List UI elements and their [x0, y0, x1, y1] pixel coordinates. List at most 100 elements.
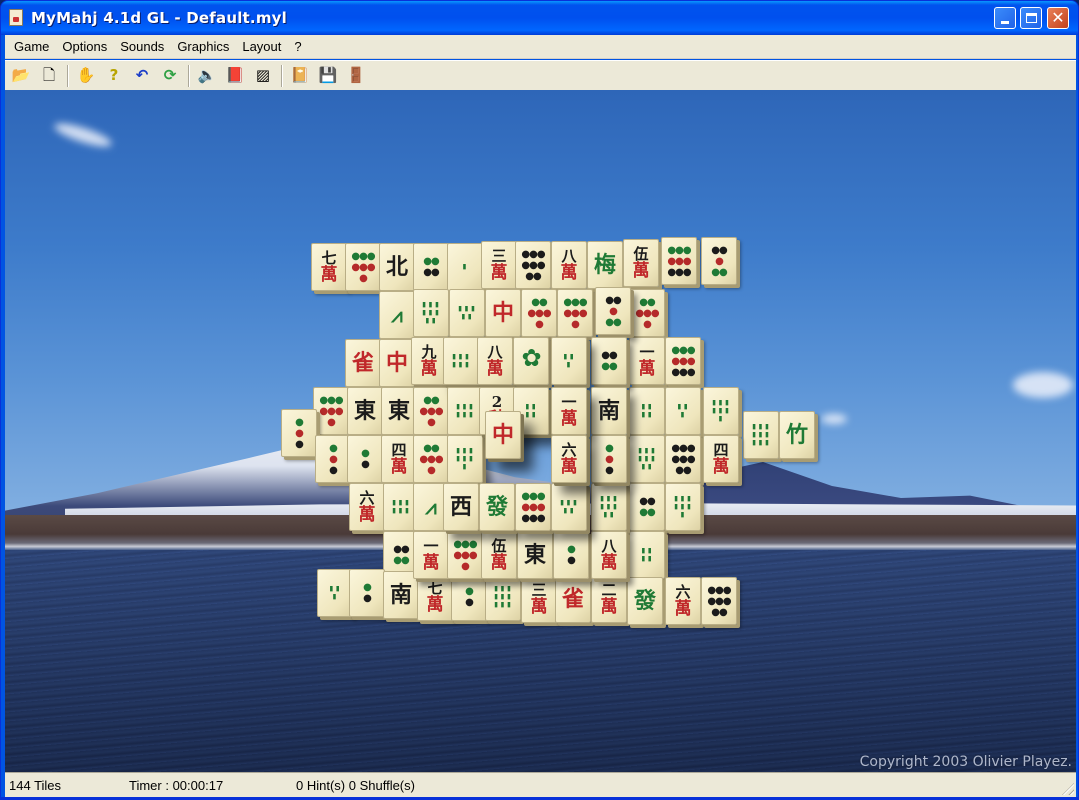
mahjong-tile[interactable]: ●● ●●● ● [413, 387, 449, 435]
mahjong-tile[interactable]: ▮▮ ▮ [551, 337, 587, 385]
mahjong-tile[interactable]: 東 [347, 387, 383, 435]
mahjong-app-icon[interactable] [9, 9, 23, 26]
mahjong-tile[interactable]: 七萬 [417, 573, 453, 621]
mahjong-tile[interactable]: ▮▮ ▮ [317, 569, 353, 617]
mahjong-tile[interactable]: 東 [381, 387, 417, 435]
menu-graphics[interactable]: Graphics [171, 37, 236, 56]
mahjong-tile[interactable]: ●●● ●●● ● [345, 243, 381, 291]
sound-button[interactable]: 🔈 [195, 64, 219, 88]
mahjong-tile[interactable]: ▮▮ ▮▮ [629, 387, 665, 435]
minimize-button[interactable] [994, 7, 1016, 29]
mahjong-tile[interactable]: 九萬 [411, 337, 447, 385]
menu-layout[interactable]: Layout [236, 37, 288, 56]
mahjong-tile[interactable]: 四萬 [381, 435, 417, 483]
mahjong-tile[interactable]: 六萬 [551, 435, 587, 483]
mahjong-tile[interactable]: ●●● ●●● ●●● [661, 237, 697, 285]
mahjong-tile[interactable]: 中 [379, 339, 415, 387]
hand-button[interactable]: ✋ [74, 64, 98, 88]
mahjong-tile[interactable]: ●●● ●●● ● [447, 531, 483, 579]
open-button[interactable]: 📂 [9, 64, 33, 88]
mahjong-tile[interactable]: ▮▮ ▮▮ [629, 531, 665, 579]
shuffle-button[interactable]: ⟳ [158, 64, 182, 88]
mahjong-tile[interactable]: 雀 [345, 339, 381, 387]
mahjong-tile[interactable]: ✿ [513, 337, 549, 385]
mahjong-tile[interactable]: 發 [479, 483, 515, 531]
mahjong-tile[interactable]: ▮▮▮ ▮▮▮ [443, 337, 479, 385]
mahjong-tile[interactable]: ▮▮▮ ▮▮ [449, 289, 485, 337]
mahjong-tile[interactable]: 雀 [555, 575, 591, 623]
mahjong-tile[interactable]: ▮▮▮ ▮▮▮ ▮▮▮ [743, 411, 779, 459]
mahjong-tile[interactable]: 竹 [779, 411, 815, 459]
mahjong-tile[interactable]: ●●● ●●● ●● [701, 577, 737, 625]
mahjong-tile[interactable]: 三萬 [481, 241, 517, 289]
mahjong-tile[interactable]: ● ● ● [281, 409, 317, 457]
menu-help[interactable]: ? [288, 37, 308, 56]
mahjong-tile[interactable]: ●●● ●●● ● [557, 289, 593, 337]
mahjong-tile[interactable]: ●● ●●● ● [521, 289, 557, 337]
layout-editor-button[interactable]: ▨ [251, 64, 275, 88]
mahjong-tile[interactable]: ▮▮▮ ▮▮▮ ▮ [665, 483, 701, 531]
mahjong-tile[interactable]: 八萬 [551, 241, 587, 289]
mahjong-tile[interactable]: ●●● ●●● ●●● [665, 337, 701, 385]
mahjong-tile[interactable]: ● ● [451, 573, 487, 621]
mahjong-tile[interactable]: ● ● [349, 569, 385, 617]
mahjong-tile[interactable]: 發 [627, 577, 663, 625]
title-bar[interactable]: MyMahj 4.1d GL - Default.myl ✕ [1, 1, 1078, 35]
new-game-button[interactable]: 🗋 [37, 64, 61, 88]
mahjong-tile[interactable]: ▮▮▮ ▮▮▮ [447, 387, 483, 435]
mahjong-tile[interactable]: ●● ● ●● [595, 287, 631, 335]
mahjong-tile[interactable]: 六萬 [349, 483, 385, 531]
help-book-button[interactable]: 📔 [288, 64, 312, 88]
mahjong-tile[interactable]: 三萬 [521, 575, 557, 623]
mahjong-tile[interactable]: 梅 [587, 241, 623, 289]
mahjong-tile[interactable]: ▮▮▮ ▮▮▮ ▮ [447, 435, 483, 483]
mahjong-tile[interactable]: 北 [379, 243, 415, 291]
mahjong-tile[interactable]: ●●● ●●● ●● [665, 435, 701, 483]
mahjong-tile[interactable]: ●● ●●● ● [629, 289, 665, 337]
mahjong-tile[interactable]: ●● ●● [413, 243, 449, 291]
mahjong-tile[interactable]: 八萬 [591, 531, 627, 579]
mahjong-tile[interactable]: ●●● ●●● ●●● [515, 483, 551, 531]
mahjong-tile[interactable]: 中 [485, 411, 521, 459]
mahjong-tile[interactable]: 一萬 [551, 387, 587, 435]
mahjong-tile[interactable]: ▮▮▮ ▮▮▮ ▮▮ [629, 435, 665, 483]
mahjong-tile[interactable]: ●●● ●●● ● [313, 387, 349, 435]
undo-button[interactable]: ↶ [130, 64, 154, 88]
mahjong-tile[interactable]: 六萬 [665, 577, 701, 625]
mahjong-tile[interactable]: ●● ●●● ● [413, 435, 449, 483]
mahjong-tile[interactable]: 中 [485, 289, 521, 337]
mahjong-tile[interactable]: 一萬 [413, 531, 449, 579]
mahjong-tile[interactable]: ▮▮ ▮ [665, 387, 701, 435]
mahjong-tile[interactable]: ●● ●● [591, 337, 627, 385]
mahjong-tile[interactable]: ●● ● ●● [701, 237, 737, 285]
mahjong-tile[interactable]: 伍萬 [481, 531, 517, 579]
game-board[interactable]: 七萬 ●●● ●●● ● 北 ●● ●● ▮ 三萬 ●●● ●●● ●● 八萬梅伍萬 ●●● ●●● ●●● ●… [5, 90, 1076, 772]
mahjong-tile[interactable]: ▮▮▮ ▮▮▮ ▮▮ [413, 289, 449, 337]
mahjong-tile[interactable]: ▮ [447, 243, 483, 291]
mahjong-tile[interactable]: ▮▮▮ ▮▮▮ ▮▮ [591, 483, 627, 531]
close-button[interactable]: ✕ [1047, 7, 1069, 29]
mahjong-tile[interactable]: 一萬 [629, 337, 665, 385]
hint-button[interactable]: ? [102, 64, 126, 88]
mahjong-tile[interactable]: 西 [443, 483, 479, 531]
mahjong-tile[interactable]: ⩘ [379, 291, 415, 339]
exit-button[interactable]: 🚪 [344, 64, 368, 88]
mahjong-tile[interactable]: 七萬 [311, 243, 347, 291]
menu-game[interactable]: Game [8, 37, 56, 56]
menu-options[interactable]: Options [56, 37, 114, 56]
mahjong-tile[interactable]: 東 [517, 531, 553, 579]
mahjong-tile[interactable]: ● ● [347, 435, 383, 483]
mahjong-tile[interactable]: 八萬 [477, 337, 513, 385]
resize-grip[interactable] [1062, 783, 1074, 795]
save-button[interactable]: 💾 [316, 64, 340, 88]
maximize-button[interactable] [1020, 7, 1042, 29]
mahjong-tile[interactable]: ●● ●● [629, 483, 665, 531]
mahjong-tile[interactable]: ▮▮▮ ▮▮▮ ▮▮▮ [485, 573, 521, 621]
mahjong-tile[interactable]: ●●● ●●● ●● [515, 241, 551, 289]
mahjong-tile[interactable]: ▮▮▮ ▮▮▮ ▮ [703, 387, 739, 435]
mahjong-tile[interactable]: 二萬 [591, 575, 627, 623]
mahjong-tile[interactable]: 四萬 [703, 435, 739, 483]
mahjong-tile[interactable]: ● ● ● [591, 435, 627, 483]
mahjong-tile[interactable]: 伍萬 [623, 239, 659, 287]
mahjong-tile[interactable]: ▮▮▮ ▮▮ [551, 483, 587, 531]
